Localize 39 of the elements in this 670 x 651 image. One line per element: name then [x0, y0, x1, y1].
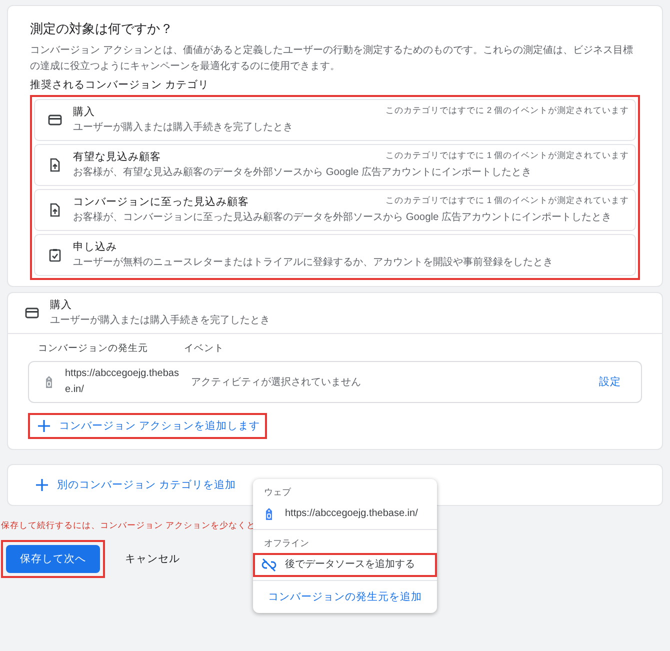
- category-description: お客様が、コンバージョンに至った見込み顧客のデータを外部ソースから Google 広告アカウントにインポートしたとき: [73, 211, 613, 225]
- column-header: イベント: [184, 342, 224, 355]
- event-count-text: このカテゴリではすでに 1 個のイベントが測定されています: [386, 150, 629, 162]
- link-off-icon: [261, 557, 277, 573]
- card-icon: [47, 112, 63, 128]
- clipboard-check-icon: [47, 247, 63, 263]
- category-option[interactable]: 購入 このカテゴリではすでに 2 個のイベントが測定されています ユーザーが購入または購入手続きを完了したとき: [34, 99, 636, 141]
- add-action-button[interactable]: コンバージョン アクションを追加します: [28, 413, 267, 439]
- category-option[interactable]: 有望な見込み顧客 このカテゴリではすでに 1 個のイベントが測定されています お客様が、有望な見込み顧客のデータを外部ソースから Google 広告アカウントにインポートしたとき: [34, 144, 636, 186]
- section-title: 測定の対象は何ですか？: [30, 20, 174, 38]
- menu-item[interactable]: 後でデータソースを追加する: [253, 553, 437, 577]
- category-option[interactable]: コンバージョンに至った見込み顧客 このカテゴリではすでに 1 個のイベントが測定されています お客様が、コンバージョンに至った見込み顧客のデータを外部ソースから Google 広告アカウントにインポートしたとき: [34, 189, 636, 231]
- category-title: 有望な見込み顧客: [73, 150, 161, 164]
- column-header: コンバージョンの発生元: [38, 342, 149, 355]
- category-description: ユーザーが購入または購入手続きを完了したとき: [73, 121, 294, 135]
- add-category-button[interactable]: 別のコンバージョン カテゴリを追加: [26, 472, 243, 498]
- category-title: 購入: [50, 298, 73, 312]
- category-description: ユーザーが購入または購入手続きを完了したとき: [50, 314, 271, 328]
- category-title: 申し込み: [73, 240, 117, 254]
- event-status: アクティビティが選択されていません: [191, 376, 362, 389]
- description-text: コンバージョン アクションとは、価値があると定義したユーザーの行動を測定するためのものです。これらの測定値は、ビジネス目標の達成に役立つようにキャンペーンを最適化するのに使用できます。: [30, 44, 634, 74]
- menu-heading: ウェブ: [263, 486, 292, 499]
- section-subtitle: 推奨されるコンバージョン カテゴリ: [30, 78, 210, 92]
- save-button[interactable]: 保存して次へ: [6, 545, 100, 573]
- event-count-text: このカテゴリではすでに 1 個のイベントが測定されています: [386, 195, 629, 207]
- category-option[interactable]: 申し込み ユーザーが無料のニュースレターまたはトライアルに登録するか、アカウントを開設や事前登録をしたとき: [34, 234, 636, 276]
- category-title: コンバージョンに至った見込み顧客: [73, 195, 249, 209]
- category-description: お客様が、有望な見込み顧客のデータを外部ソースから Google 広告アカウントにインポートしたとき: [73, 166, 533, 180]
- menu-heading: オフライン: [263, 537, 310, 550]
- card-icon: [24, 305, 40, 321]
- source-url: https://abccegoejg.thebase.in/: [65, 367, 180, 397]
- settings-link[interactable]: 設定: [599, 375, 621, 389]
- add-source-link[interactable]: コンバージョンの発生元を追加: [268, 590, 422, 604]
- category-title: 購入: [73, 105, 95, 119]
- cancel-button[interactable]: キャンセル: [119, 546, 186, 572]
- category-description: ユーザーが無料のニュースレターまたはトライアルに登録するか、アカウントを開設や事前登録をしたとき: [73, 256, 554, 270]
- plus-icon: [34, 477, 50, 493]
- event-count-text: このカテゴリではすでに 2 個のイベントが測定されています: [386, 105, 629, 117]
- plus-icon: [36, 418, 52, 434]
